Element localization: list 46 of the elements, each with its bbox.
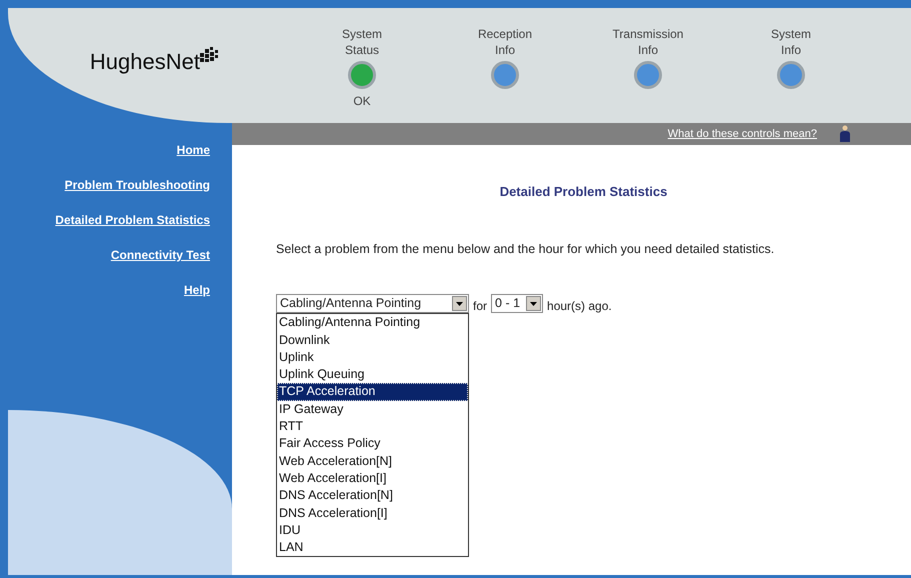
nav-link[interactable]: Home xyxy=(176,143,210,157)
dropdown-option[interactable]: LAN xyxy=(277,539,468,556)
dropdown-option[interactable]: Web Acceleration[N] xyxy=(277,452,468,470)
dropdown-button[interactable] xyxy=(452,296,467,312)
status-light[interactable] xyxy=(777,61,805,89)
status-light[interactable] xyxy=(634,61,662,89)
dropdown-option[interactable]: Uplink xyxy=(277,348,468,366)
for-label: for xyxy=(473,298,488,316)
dropdown-option[interactable]: Fair Access Policy xyxy=(277,435,468,453)
dropdown-option[interactable]: IDU xyxy=(277,522,468,540)
page-title: Detailed Problem Statistics xyxy=(498,183,668,201)
caret-icon xyxy=(456,302,463,306)
dropdown-option[interactable]: DNS Acceleration[N] xyxy=(277,487,468,505)
dropdown-option[interactable]: DNS Acceleration[I] xyxy=(277,504,468,522)
logo-text: HughesNet xyxy=(90,48,200,76)
problem-select[interactable]: Cabling/Antenna Pointing xyxy=(276,294,469,314)
instructions: Select a problem from the menu below and the hour for which you need detailed statistics. xyxy=(276,240,776,258)
status-light[interactable] xyxy=(491,61,519,89)
dropdown-option[interactable]: Web Acceleration[I] xyxy=(277,470,468,488)
indicator-label: Info xyxy=(638,42,658,58)
hour-select[interactable]: 0 - 1 xyxy=(491,294,544,314)
nav-link[interactable]: Connectivity Test xyxy=(110,248,210,262)
dropdown-option[interactable]: Uplink Queuing xyxy=(277,366,468,384)
nav-link[interactable]: Problem Troubleshooting xyxy=(64,178,210,192)
indicator-label: Reception xyxy=(478,26,532,42)
dropdown-option[interactable]: IP Gateway xyxy=(277,400,468,418)
dropdown-button[interactable] xyxy=(526,296,542,312)
indicator-label: Status xyxy=(344,42,380,58)
indicator-label: Info xyxy=(780,42,801,58)
indicator-label: Info xyxy=(494,42,515,58)
hour-suffix: hour(s) ago. xyxy=(547,298,612,316)
dropdown-option[interactable]: TCP Acceleration xyxy=(277,383,468,401)
logo-icon xyxy=(200,46,218,62)
indicator-label: System xyxy=(342,26,382,42)
indicator-label: System xyxy=(770,26,811,42)
caret-icon xyxy=(530,302,538,306)
dropdown-option[interactable]: RTT xyxy=(277,418,468,436)
status-light[interactable] xyxy=(348,61,376,89)
controls-info-link[interactable]: What do these controls mean? xyxy=(668,126,817,142)
dropdown-option[interactable]: Downlink xyxy=(277,332,468,349)
nav-link[interactable]: Help xyxy=(184,283,210,297)
indicator-label: Transmission xyxy=(612,26,684,42)
status-text: OK xyxy=(353,93,371,109)
person-icon[interactable] xyxy=(839,125,851,143)
dropdown-option[interactable]: Cabling/Antenna Pointing xyxy=(277,314,468,332)
nav-link[interactable]: Detailed Problem Statistics xyxy=(55,213,210,227)
